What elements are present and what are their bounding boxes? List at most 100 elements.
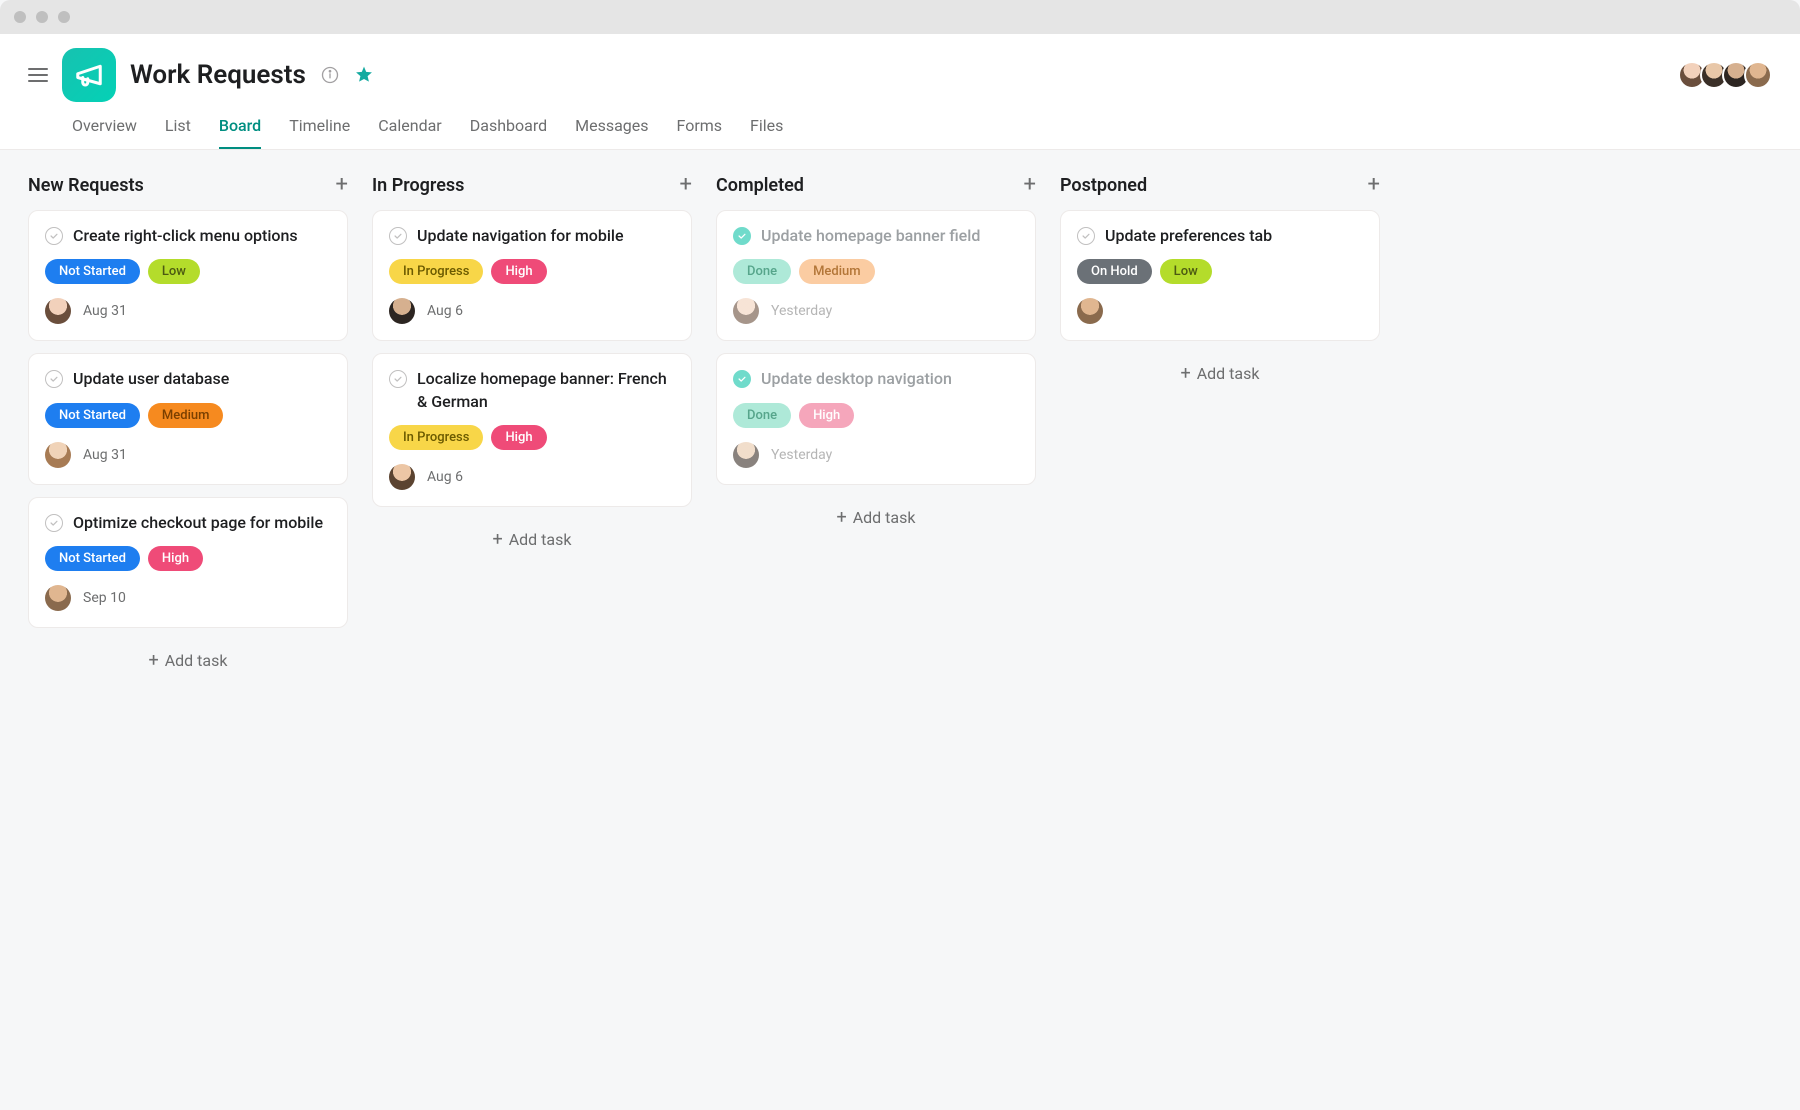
column-title[interactable]: Completed [716, 175, 804, 196]
tag[interactable]: High [491, 425, 546, 450]
window-dot [36, 11, 48, 23]
column: New Requests + Create right-click menu opt… [28, 174, 348, 681]
column-title[interactable]: Postponed [1060, 175, 1147, 196]
card-title: Optimize checkout page for mobile [73, 512, 323, 534]
tab-board[interactable]: Board [219, 116, 261, 149]
tag[interactable]: Not Started [45, 403, 140, 428]
member-avatar[interactable] [1744, 61, 1772, 89]
check-circle-icon[interactable] [733, 227, 751, 245]
card-title: Create right-click menu options [73, 225, 298, 247]
add-card-icon[interactable]: + [1368, 174, 1380, 196]
menu-icon[interactable] [28, 68, 48, 82]
check-circle-icon[interactable] [1077, 227, 1095, 245]
project-title[interactable]: Work Requests [130, 60, 306, 90]
check-circle-icon[interactable] [733, 370, 751, 388]
tag[interactable]: Not Started [45, 259, 140, 284]
card-footer [1077, 298, 1363, 324]
assignee-avatar[interactable] [733, 298, 759, 324]
task-card[interactable]: Optimize checkout page for mobile Not Sta… [28, 497, 348, 628]
plus-icon: + [837, 507, 847, 528]
tab-list[interactable]: List [165, 116, 191, 149]
add-task-button[interactable]: +Add task [372, 519, 692, 560]
tag[interactable]: High [148, 546, 203, 571]
card-title-row: Update desktop navigation [733, 368, 1019, 390]
card-footer: Aug 6 [389, 464, 675, 490]
card-footer: Aug 31 [45, 442, 331, 468]
check-circle-icon[interactable] [45, 227, 63, 245]
star-icon[interactable] [354, 65, 374, 85]
card-title: Update desktop navigation [761, 368, 952, 390]
window-dot [14, 11, 26, 23]
tag-row: In Progress High [389, 425, 675, 450]
due-date: Sep 10 [83, 590, 126, 606]
check-circle-icon[interactable] [389, 227, 407, 245]
plus-icon: + [1181, 363, 1191, 384]
card-title: Localize homepage banner: French & Germa… [417, 368, 675, 413]
tag[interactable]: Medium [799, 259, 875, 284]
card-title: Update homepage banner field [761, 225, 980, 247]
add-task-button[interactable]: +Add task [716, 497, 1036, 538]
assignee-avatar[interactable] [389, 464, 415, 490]
add-task-button[interactable]: + Add task [1060, 353, 1380, 394]
add-task-label: Add task [1197, 364, 1260, 383]
tag[interactable]: Done [733, 403, 791, 428]
tag[interactable]: Low [1160, 259, 1212, 284]
tag-row: Not Started High [45, 546, 331, 571]
check-circle-icon[interactable] [389, 370, 407, 388]
assignee-avatar[interactable] [45, 442, 71, 468]
add-card-icon[interactable]: + [1024, 174, 1036, 196]
info-icon[interactable] [320, 65, 340, 85]
megaphone-icon [74, 60, 104, 90]
tag[interactable]: High [799, 403, 854, 428]
due-date: Aug 31 [83, 447, 127, 463]
card-footer: Yesterday [733, 298, 1019, 324]
tag-row: Done Medium [733, 259, 1019, 284]
task-card[interactable]: Update homepage banner field Done Medium Ye… [716, 210, 1036, 341]
assignee-avatar[interactable] [45, 298, 71, 324]
tab-timeline[interactable]: Timeline [289, 116, 350, 149]
tab-overview[interactable]: Overview [72, 116, 137, 149]
tag[interactable]: Done [733, 259, 791, 284]
tag[interactable]: On Hold [1077, 259, 1152, 284]
task-card[interactable]: Update navigation for mobile In Progress H… [372, 210, 692, 341]
add-card-icon[interactable]: + [680, 174, 692, 196]
assignee-avatar[interactable] [1077, 298, 1103, 324]
tag[interactable]: Medium [148, 403, 224, 428]
card-title-row: Update navigation for mobile [389, 225, 675, 247]
task-card[interactable]: Update desktop navigationDoneHighYesterd… [716, 353, 1036, 484]
task-card[interactable]: Localize homepage banner: French & Germa… [372, 353, 692, 507]
tag[interactable]: In Progress [389, 259, 483, 284]
tag[interactable]: Low [148, 259, 200, 284]
check-circle-icon[interactable] [45, 514, 63, 532]
add-task-label: Add task [509, 530, 572, 549]
assignee-avatar[interactable] [45, 585, 71, 611]
card-footer: Sep 10 [45, 585, 331, 611]
card-title-row: Update homepage banner field [733, 225, 1019, 247]
add-card-icon[interactable]: + [336, 174, 348, 196]
due-date: Aug 6 [427, 303, 463, 319]
column-title[interactable]: In Progress [372, 175, 464, 196]
tag-row: On Hold Low [1077, 259, 1363, 284]
card-title-row: Optimize checkout page for mobile [45, 512, 331, 534]
tag[interactable]: High [491, 259, 546, 284]
tab-calendar[interactable]: Calendar [378, 116, 441, 149]
member-avatars[interactable] [1684, 61, 1772, 89]
column: Postponed + Update preferences tab On Hold L… [1060, 174, 1380, 394]
tab-dashboard[interactable]: Dashboard [470, 116, 547, 149]
assignee-avatar[interactable] [389, 298, 415, 324]
card-title: Update preferences tab [1105, 225, 1272, 247]
tag[interactable]: In Progress [389, 425, 483, 450]
tab-files[interactable]: Files [750, 116, 783, 149]
check-circle-icon[interactable] [45, 370, 63, 388]
tag[interactable]: Not Started [45, 546, 140, 571]
add-task-button[interactable]: +Add task [28, 640, 348, 681]
project-icon[interactable] [62, 48, 116, 102]
assignee-avatar[interactable] [733, 442, 759, 468]
tab-forms[interactable]: Forms [677, 116, 723, 149]
tab-messages[interactable]: Messages [575, 116, 648, 149]
task-card[interactable]: Update preferences tab On Hold Low [1060, 210, 1380, 341]
add-task-label: Add task [165, 651, 228, 670]
task-card[interactable]: Create right-click menu options Not Start… [28, 210, 348, 341]
task-card[interactable]: Update user databaseNot StartedMediumAug… [28, 353, 348, 484]
column-title[interactable]: New Requests [28, 175, 144, 196]
